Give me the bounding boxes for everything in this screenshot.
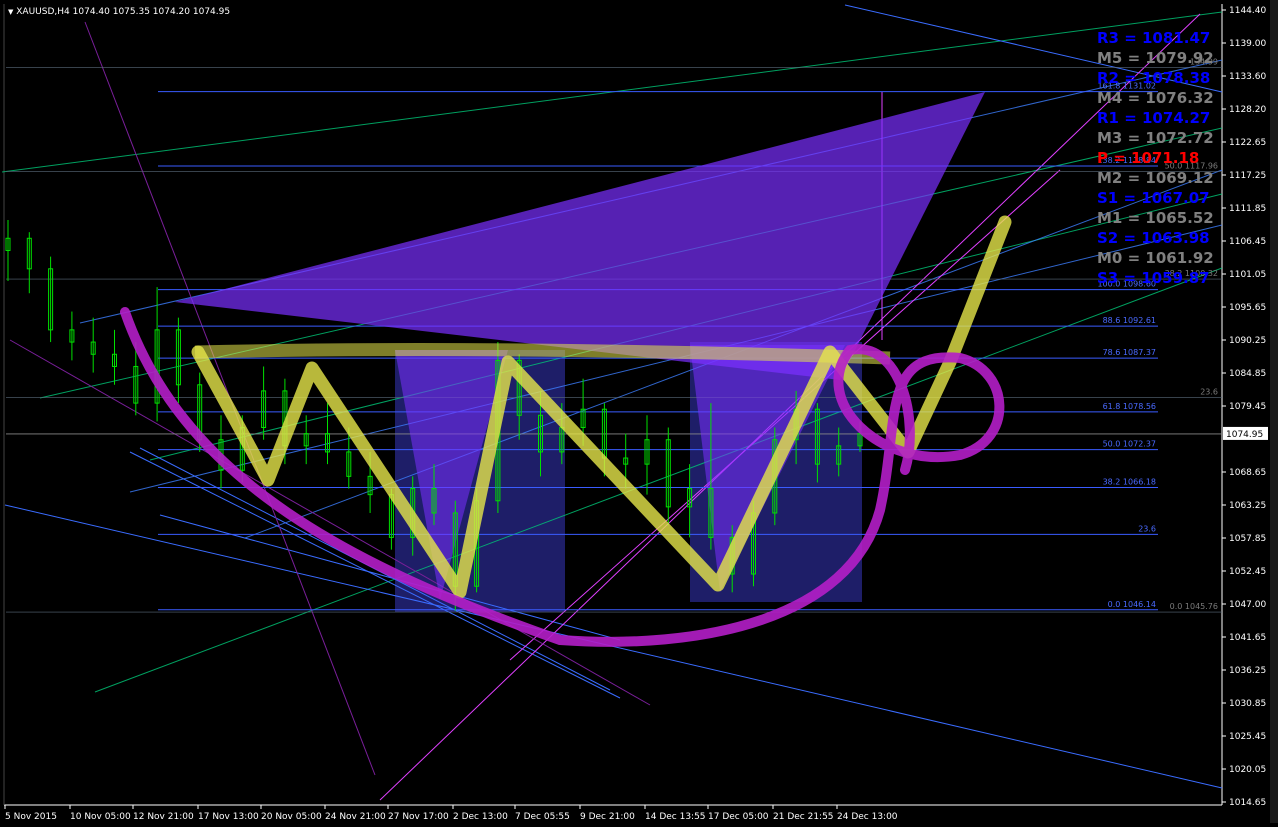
y-tick-label: 1117.25 [1229,171,1266,181]
pivot-label-r1: R1 = 1074.27 [1097,109,1210,127]
fib-label: 23.6 [1138,524,1156,533]
y-tick-label: 1133.60 [1229,72,1266,82]
pivot-label-r2: R2 = 1078.38 [1097,69,1210,87]
y-tick-label: 1047.00 [1229,600,1266,610]
pivot-label-s1: S1 = 1067.07 [1097,189,1210,207]
fib-label: 78.6 1087.37 [1103,348,1156,357]
pivot-label-r3: R3 = 1081.47 [1097,29,1210,47]
symbol-dropdown-icon[interactable]: ▼ [8,8,13,16]
y-tick-label: 1122.65 [1229,138,1266,148]
pivot-label-s2: S2 = 1063.98 [1097,229,1210,247]
pivot-label-p: P = 1071.18 [1097,149,1199,167]
x-tick-label: 20 Nov 05:00 [261,812,322,822]
x-tick-label: 27 Nov 17:00 [388,812,449,822]
x-tick-label: 21 Dec 21:55 [773,812,834,822]
current-price-label: 1074.95 [1226,430,1263,440]
pivot-label-m0: M0 = 1061.92 [1097,249,1214,267]
y-tick-label: 1079.45 [1229,402,1266,412]
symbol-name: XAUUSD,H4 [16,7,70,17]
fib-label: 38.2 1066.18 [1103,477,1156,486]
y-tick-label: 1041.65 [1229,633,1266,643]
x-tick-label: 24 Nov 21:00 [325,812,386,822]
y-tick-label: 1111.85 [1229,204,1266,214]
pivot-label-m5: M5 = 1079.92 [1097,49,1214,67]
extra-level-label: 0.0 1045.76 [1170,602,1218,611]
x-tick-label: 14 Dec 13:55 [645,812,706,822]
y-tick-label: 1101.05 [1229,270,1266,280]
pivot-label-m2: M2 = 1069.12 [1097,169,1214,187]
y-tick-label: 1084.85 [1229,369,1266,379]
y-tick-label: 1095.65 [1229,303,1266,313]
x-tick-label: 17 Nov 13:00 [198,812,259,822]
y-tick-label: 1020.05 [1229,765,1266,775]
price-chart[interactable]: 161.8 1131.02138.2 1118.84100.0 1098.608… [0,0,1278,823]
y-tick-label: 1014.65 [1229,798,1266,808]
pivot-label-m3: M3 = 1072.72 [1097,129,1214,147]
symbol-header: ▼ XAUUSD,H4 1074.40 1075.35 1074.20 1074… [8,7,230,17]
x-tick-label: 10 Nov 05:00 [70,812,131,822]
y-tick-label: 1052.45 [1229,567,1266,577]
fib-label: 0.0 1046.14 [1108,600,1156,609]
x-tick-label: 17 Dec 05:00 [708,812,769,822]
chart-area[interactable]: 161.8 1131.02 138.2 1118.84 100.0 1098.60 8… [0,0,1278,823]
y-tick-label: 1144.40 [1229,6,1266,16]
y-tick-label: 1030.85 [1229,699,1266,709]
y-tick-label: 1063.25 [1229,501,1266,511]
fib-label: 61.8 1078.56 [1103,402,1156,411]
x-tick-label: 24 Dec 13:00 [837,812,898,822]
x-tick-label: 2 Dec 13:00 [453,812,508,822]
x-tick-label: 7 Dec 05:55 [515,812,570,822]
fib-label: 50.0 1072.37 [1103,440,1156,449]
pivot-label-m1: M1 = 1065.52 [1097,209,1214,227]
x-tick-label: 9 Dec 21:00 [580,812,635,822]
pivot-label-s3: S3 = 1059.87 [1097,269,1210,287]
y-tick-label: 1036.25 [1229,666,1266,676]
x-tick-label: 12 Nov 21:00 [133,812,194,822]
x-tick-label: 5 Nov 2015 [5,812,57,822]
right-edge-panel [1270,0,1278,823]
pivot-label-m4: M4 = 1076.32 [1097,89,1214,107]
ohlc-values: 1074.40 1075.35 1074.20 1074.95 [72,7,231,17]
y-tick-label: 1025.45 [1229,732,1266,742]
y-tick-label: 1057.85 [1229,534,1266,544]
y-tick-label: 1128.20 [1229,105,1266,115]
y-tick-label: 1090.25 [1229,336,1266,346]
y-tick-label: 1068.65 [1229,468,1266,478]
fib-label: 88.6 1092.61 [1103,316,1156,325]
y-tick-label: 1139.00 [1229,39,1266,49]
y-tick-label: 1106.45 [1229,237,1266,247]
extra-level-label: 23.6 [1200,388,1218,397]
